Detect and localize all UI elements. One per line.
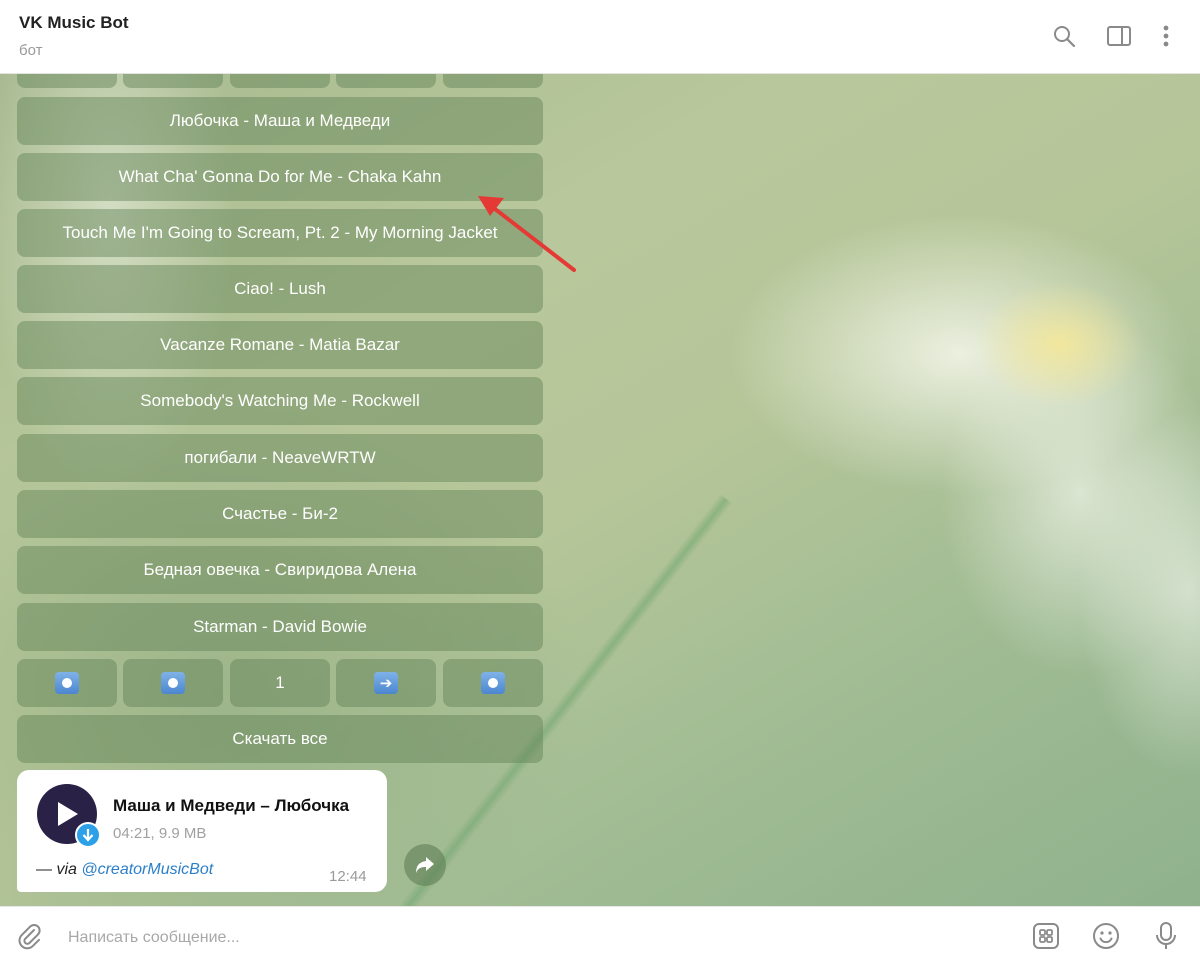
chat-title[interactable]: VK Music Bot xyxy=(19,13,129,33)
audio-title: Маша и Медведи – Любочка xyxy=(113,796,350,815)
nav-first-button[interactable] xyxy=(17,659,117,707)
download-all-button[interactable]: Скачать все xyxy=(17,715,543,763)
track-button[interactable]: Счастье - Би-2 xyxy=(17,490,543,538)
record-button-icon xyxy=(161,672,185,694)
record-button-icon xyxy=(55,672,79,694)
keyboard-button-partial[interactable] xyxy=(336,74,436,88)
keyboard-button-partial[interactable] xyxy=(230,74,330,88)
forward-icon xyxy=(416,857,434,873)
forward-button[interactable] xyxy=(404,844,446,886)
nav-prev-button[interactable] xyxy=(123,659,223,707)
track-button[interactable]: Любочка - Маша и Медведи xyxy=(17,97,543,145)
track-button[interactable]: What Cha' Gonna Do for Me - Chaka Kahn xyxy=(17,153,543,201)
keyboard-button-partial[interactable] xyxy=(17,74,117,88)
chat-subtitle: бот xyxy=(19,42,43,59)
bot-keyboard-icon[interactable] xyxy=(1029,919,1063,953)
microphone-icon[interactable] xyxy=(1149,919,1183,953)
via-bot-link[interactable]: @creatorMusicBot xyxy=(81,861,213,878)
nav-last-button[interactable] xyxy=(443,659,543,707)
right-arrow-icon: ➔ xyxy=(374,672,398,694)
track-button[interactable]: Ciao! - Lush xyxy=(17,265,543,313)
message-time: 12:44 xyxy=(329,868,367,885)
track-button[interactable]: Touch Me I'm Going to Scream, Pt. 2 - My… xyxy=(17,209,543,257)
via-prefix: — via xyxy=(36,861,82,878)
record-button-icon xyxy=(481,672,505,694)
track-button[interactable]: Бедная овечка - Свиридова Алена xyxy=(17,546,543,594)
keyboard-button-partial[interactable] xyxy=(443,74,543,88)
audio-meta: 04:21, 9.9 MB xyxy=(113,825,207,842)
audio-message: Маша и Медведи – Любочка 04:21, 9.9 MB —… xyxy=(17,770,387,892)
chat-header: VK Music Bot бот xyxy=(0,0,1200,74)
via-bot-line: — via @creatorMusicBot xyxy=(36,861,213,879)
attach-icon[interactable] xyxy=(12,919,46,953)
keyboard-button-partial[interactable] xyxy=(123,74,223,88)
annotation-arrow xyxy=(478,196,576,272)
message-input[interactable]: Написать сообщение... xyxy=(68,929,240,947)
page-number-button[interactable]: 1 xyxy=(230,659,330,707)
emoji-icon[interactable] xyxy=(1089,919,1123,953)
track-button[interactable]: Vacanze Romane - Matia Bazar xyxy=(17,321,543,369)
play-icon xyxy=(58,802,78,826)
chat-area[interactable]: Любочка - Маша и Медведи What Cha' Gonna… xyxy=(0,74,1200,906)
track-button[interactable]: погибали - NeaveWRTW xyxy=(17,434,543,482)
track-button[interactable]: Starman - David Bowie xyxy=(17,603,543,651)
sidebar-toggle-icon[interactable] xyxy=(1105,22,1133,50)
more-vertical-icon[interactable] xyxy=(1152,22,1180,50)
nav-next-button[interactable]: ➔ xyxy=(336,659,436,707)
message-input-bar: Написать сообщение... xyxy=(0,906,1200,963)
download-icon[interactable] xyxy=(75,822,101,848)
track-button[interactable]: Somebody's Watching Me - Rockwell xyxy=(17,377,543,425)
search-icon[interactable] xyxy=(1050,22,1078,50)
